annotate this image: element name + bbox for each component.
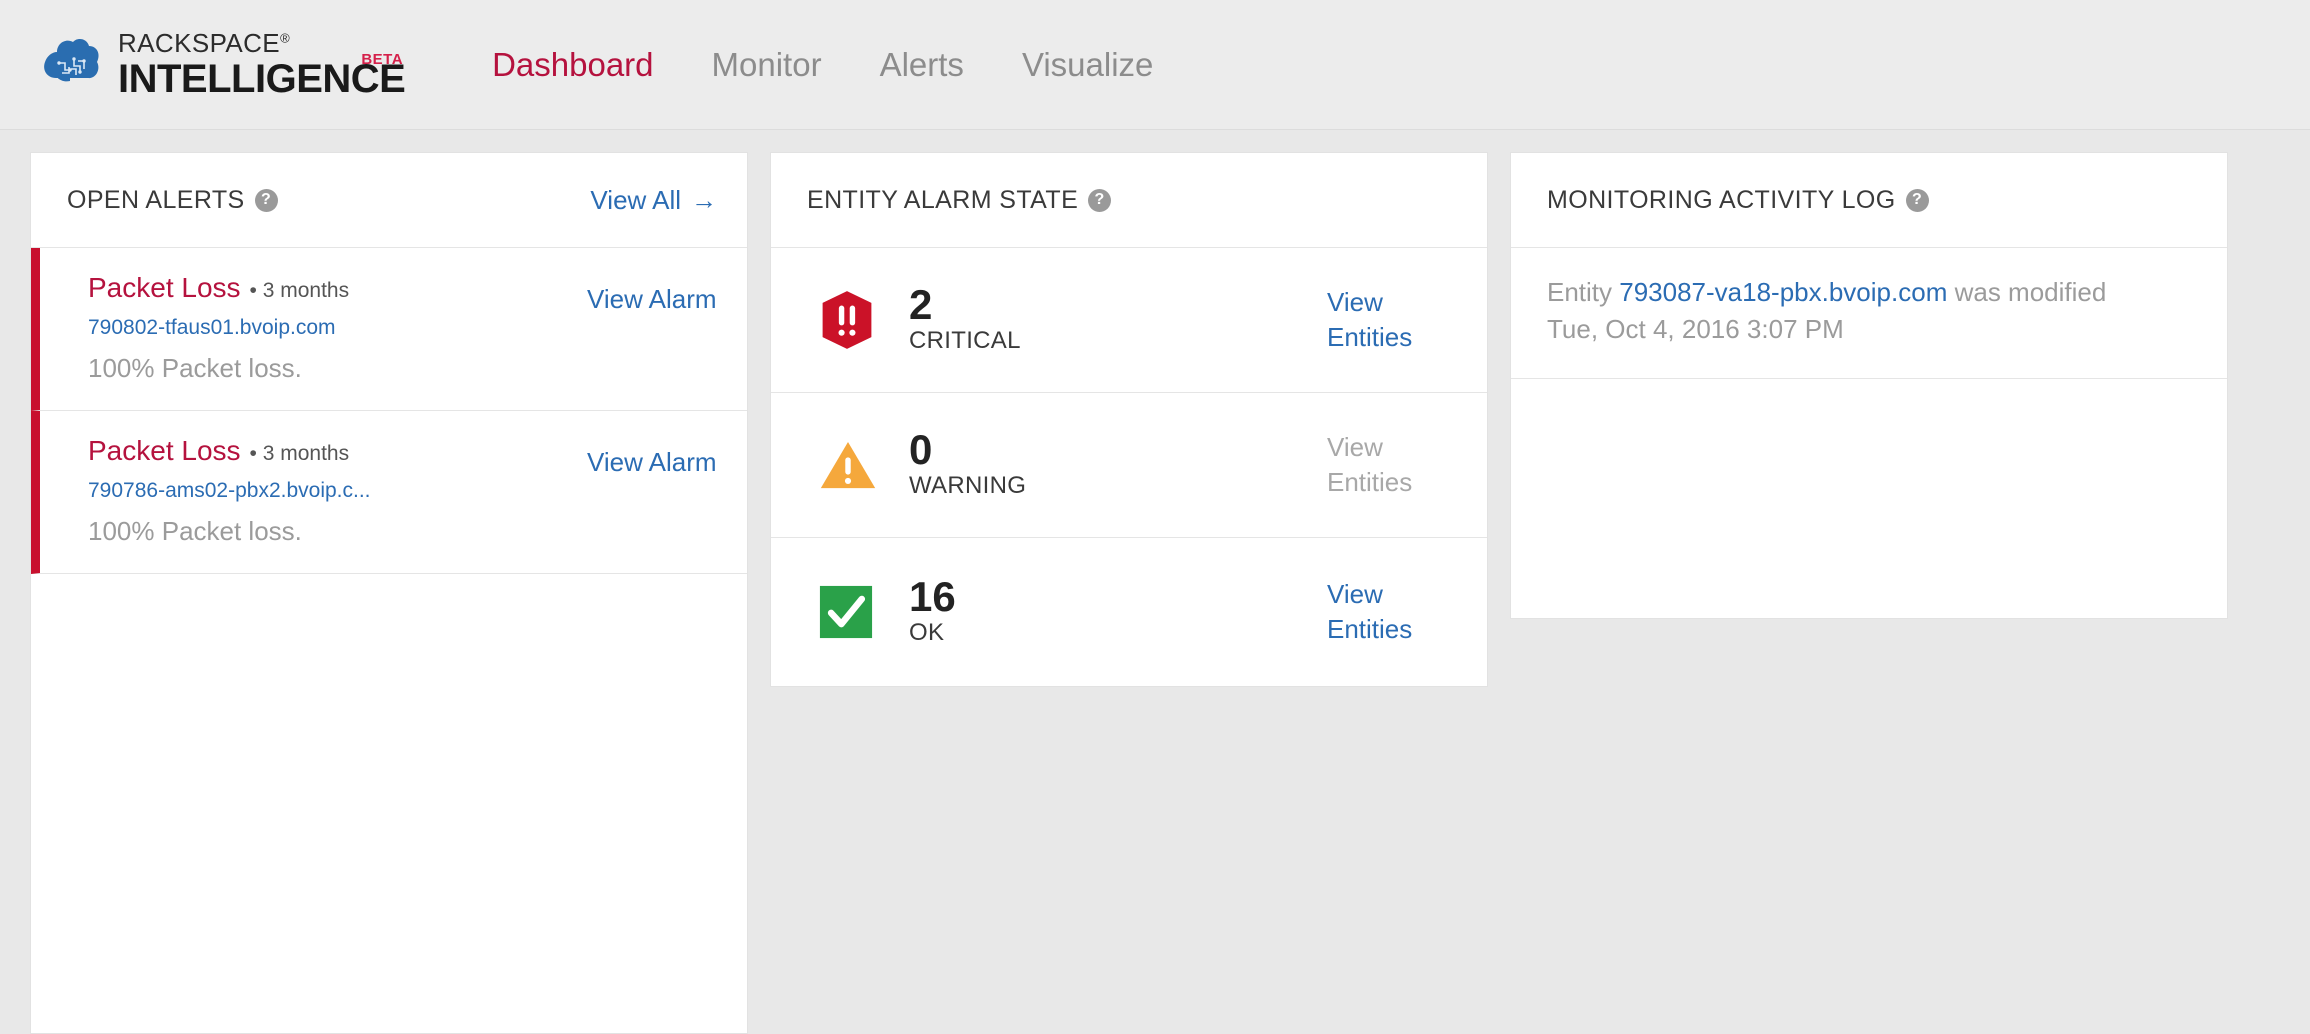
entity-alarm-state-title-text: ENTITY ALARM STATE bbox=[807, 185, 1079, 214]
monitoring-activity-log-title-text: MONITORING ACTIVITY LOG bbox=[1547, 185, 1896, 214]
brand-wordmark: RACKSPACE® INTELLIGENCE BETA bbox=[118, 28, 406, 99]
open-alert-title: Packet Loss bbox=[88, 435, 241, 466]
ok-check-square-icon bbox=[819, 585, 885, 639]
entity-state-row-critical: 2 CRITICAL View Entities bbox=[771, 248, 1487, 393]
activity-log-row: Entity 793087-va18-pbx.bvoip.com was mod… bbox=[1511, 248, 2227, 379]
open-alert-description: 100% Packet loss. bbox=[88, 353, 302, 383]
entity-alarm-state-title: ENTITY ALARM STATE ? bbox=[807, 185, 1112, 215]
view-alarm-link[interactable]: View Alarm bbox=[587, 282, 717, 317]
activity-log-entity-link[interactable]: 793087-va18-pbx.bvoip.com bbox=[1619, 277, 1947, 307]
view-entities-link-ok[interactable]: View Entities bbox=[1327, 577, 1457, 647]
warning-triangle-icon bbox=[819, 439, 885, 492]
open-alert-heading: Packet Loss 3 months bbox=[88, 435, 587, 467]
monitoring-activity-log-header: MONITORING ACTIVITY LOG ? bbox=[1511, 153, 2227, 248]
warning-count: 0 bbox=[909, 425, 933, 473]
registered-mark: ® bbox=[280, 30, 291, 46]
monitoring-activity-log-panel: MONITORING ACTIVITY LOG ? Entity 793087-… bbox=[1510, 152, 2228, 619]
activity-log-suffix: was modified bbox=[1947, 277, 2107, 307]
view-alarm-link[interactable]: View Alarm bbox=[587, 445, 717, 480]
entity-alarm-state-panel: ENTITY ALARM STATE ? 2 CRITICAL View Ent… bbox=[770, 152, 1488, 687]
entity-state-row-warning: 0 WARNING View Entities bbox=[771, 393, 1487, 538]
open-alert-entity-link[interactable]: 790802-tfaus01.bvoip.com bbox=[88, 316, 418, 340]
view-entities-link-warning: View Entities bbox=[1327, 431, 1413, 497]
nav-item-monitor[interactable]: Monitor bbox=[683, 46, 851, 84]
rackspace-cloud-logo-icon bbox=[40, 37, 102, 93]
brand-rackspace-text: RACKSPACE® bbox=[118, 28, 291, 58]
open-alerts-title-text: OPEN ALERTS bbox=[67, 185, 245, 214]
open-alerts-title: OPEN ALERTS ? bbox=[67, 186, 278, 215]
activity-log-message: Entity 793087-va18-pbx.bvoip.com was mod… bbox=[1547, 274, 2191, 311]
open-alert-description: 100% Packet loss. bbox=[88, 516, 302, 546]
entity-alarm-state-header: ENTITY ALARM STATE ? bbox=[771, 153, 1487, 248]
nav-item-dashboard[interactable]: Dashboard bbox=[463, 46, 682, 84]
help-circle-icon[interactable]: ? bbox=[1905, 188, 1929, 212]
entity-state-row-ok: 16 OK View Entities bbox=[771, 538, 1487, 686]
arrow-right-icon: → bbox=[691, 185, 717, 215]
critical-count: 2 bbox=[909, 280, 933, 328]
view-all-alerts-link[interactable]: View All → bbox=[590, 185, 717, 216]
ok-label: OK bbox=[909, 619, 945, 647]
critical-hexagon-icon bbox=[819, 290, 885, 350]
top-navigation-bar: RACKSPACE® INTELLIGENCE BETA Dashboard M… bbox=[0, 0, 2310, 130]
critical-counts: 2 CRITICAL bbox=[885, 280, 1327, 356]
critical-label: CRITICAL bbox=[909, 327, 1021, 355]
brand-intelligence-row: INTELLIGENCE BETA bbox=[118, 52, 406, 99]
help-circle-icon[interactable]: ? bbox=[254, 188, 278, 212]
monitoring-activity-log-body: Entity 793087-va18-pbx.bvoip.com was mod… bbox=[1511, 248, 2227, 618]
open-alerts-panel: OPEN ALERTS ? View All → Packet Loss 3 m… bbox=[30, 152, 748, 1034]
view-all-label: View All bbox=[590, 184, 681, 215]
dashboard-panels: OPEN ALERTS ? View All → Packet Loss 3 m… bbox=[0, 130, 2310, 1034]
open-alert-content: Packet Loss 3 months 790802-tfaus01.bvoi… bbox=[88, 272, 587, 384]
brand-logo[interactable]: RACKSPACE® INTELLIGENCE BETA bbox=[40, 28, 406, 99]
open-alert-row[interactable]: Packet Loss 3 months 790802-tfaus01.bvoi… bbox=[31, 248, 747, 411]
ok-counts: 16 OK bbox=[885, 572, 1327, 648]
open-alert-age: 3 months bbox=[250, 279, 349, 303]
main-nav: Dashboard Monitor Alerts Visualize bbox=[463, 46, 1182, 84]
help-circle-icon[interactable]: ? bbox=[1088, 188, 1112, 212]
nav-item-alerts[interactable]: Alerts bbox=[851, 46, 993, 84]
ok-count: 16 bbox=[909, 572, 956, 620]
warning-counts: 0 WARNING bbox=[885, 425, 1327, 501]
open-alert-content: Packet Loss 3 months 790786-ams02-pbx2.b… bbox=[88, 435, 587, 547]
open-alert-age: 3 months bbox=[250, 442, 349, 466]
monitoring-activity-log-title: MONITORING ACTIVITY LOG ? bbox=[1547, 186, 1929, 215]
open-alerts-header: OPEN ALERTS ? View All → bbox=[31, 153, 747, 248]
open-alert-entity-link[interactable]: 790786-ams02-pbx2.bvoip.c... bbox=[88, 479, 418, 503]
open-alert-row[interactable]: Packet Loss 3 months 790786-ams02-pbx2.b… bbox=[31, 411, 747, 574]
activity-log-prefix: Entity bbox=[1547, 277, 1620, 307]
open-alert-heading: Packet Loss 3 months bbox=[88, 272, 587, 304]
view-entities-link-critical[interactable]: View Entities bbox=[1327, 285, 1457, 355]
beta-badge: BETA bbox=[361, 51, 404, 68]
activity-log-timestamp: Tue, Oct 4, 2016 3:07 PM bbox=[1547, 313, 1844, 344]
nav-item-visualize[interactable]: Visualize bbox=[993, 46, 1182, 84]
open-alert-title: Packet Loss bbox=[88, 272, 241, 303]
warning-label: WARNING bbox=[909, 472, 1027, 500]
